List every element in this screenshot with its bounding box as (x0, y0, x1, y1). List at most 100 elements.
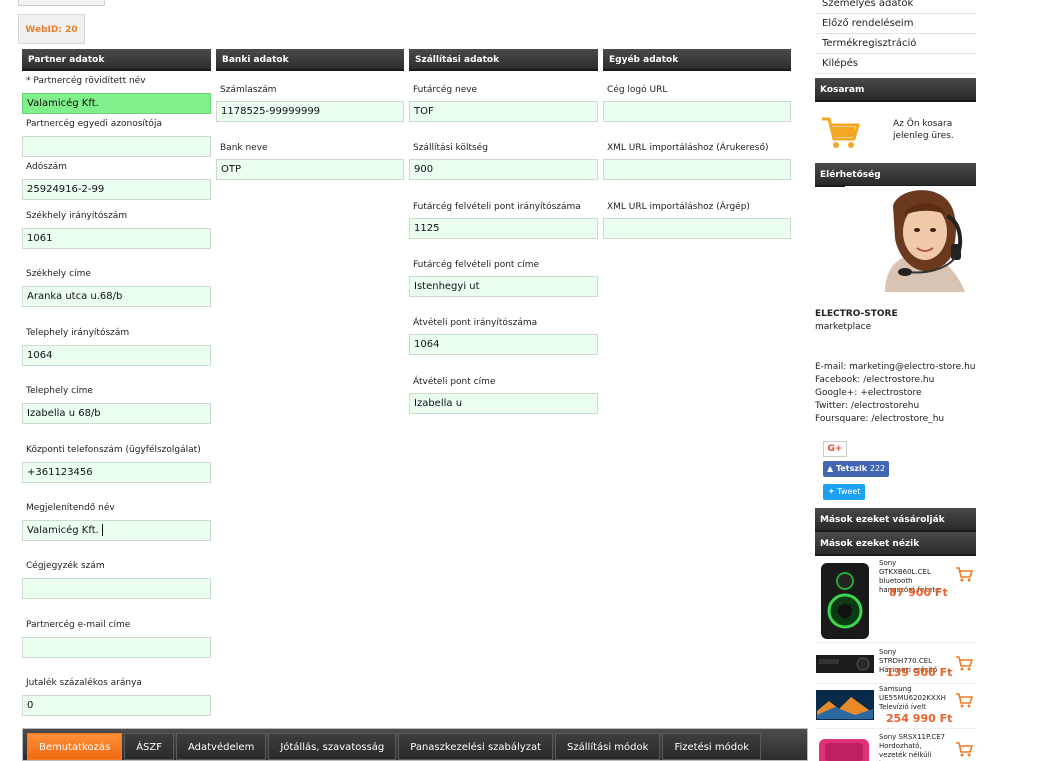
contact-googleplus: Google+: +electrostore (815, 387, 976, 400)
field-input[interactable] (22, 578, 211, 599)
field-label: XML URL importáláshoz (Árgép) (607, 202, 750, 212)
add-to-cart-icon[interactable] (955, 692, 974, 712)
gplus-button[interactable]: G+ (823, 441, 847, 457)
product-item[interactable]: Samsung UE55MU6202KXXH Televízió ívelt 2… (815, 683, 976, 727)
add-to-cart-icon[interactable] (955, 566, 974, 586)
sidebar-link-kilepes[interactable]: Kilépés (815, 54, 976, 74)
field-telephely-iranyitoszam: Telephely irányítószám 1064 (22, 326, 211, 366)
field-megjelenitendo-nev: Megjelenítendő név Valamicég Kft. (22, 501, 211, 541)
product-item[interactable]: Sony GTKXB60L.CEL bluetooth hangszóró fe… (815, 558, 976, 642)
field-szekhely-iranyitoszam: Székhely irányítószám 1061 (22, 209, 211, 249)
product-image-tv[interactable] (815, 689, 875, 723)
contact-googleplus-label: Google+: (815, 388, 858, 398)
field-input[interactable]: Valamicég Kft. (22, 520, 211, 541)
top-button[interactable] (18, 0, 105, 6)
field-value: TOF (414, 106, 434, 117)
field-input[interactable]: Izabella u 68/b (22, 403, 211, 424)
field-label: Átvételi pont irányítószáma (413, 318, 538, 328)
field-label: Jutalék százalékos aránya (26, 678, 142, 688)
contact-email-label: E-mail: (815, 362, 847, 372)
tweet-label: Tweet (837, 487, 861, 496)
field-input[interactable]: 900 (409, 159, 598, 180)
add-to-cart-icon[interactable] (955, 741, 974, 761)
others-bought-header[interactable]: Mások ezeket vásárolják (815, 508, 976, 532)
field-value: Izabella u (414, 398, 463, 409)
field-value: 900 (414, 164, 434, 175)
tab-aszf[interactable]: ÁSZF (124, 733, 174, 760)
sidebar-link-szemelyes-adatok[interactable]: Személyes adatok (815, 0, 976, 14)
other-column-header: Egyéb adatok (603, 49, 791, 71)
field-label: * Partnercég rövidített név (26, 76, 146, 86)
field-input[interactable]: 25924916-2-99 (22, 179, 211, 200)
product-image-portable-speaker[interactable] (815, 735, 875, 761)
contact-list: E-mail: marketing@electro-store.hu Faceb… (815, 361, 976, 426)
product-image-receiver[interactable] (815, 649, 875, 677)
twitter-bird-icon: ✦ (828, 487, 835, 496)
field-input[interactable]: Valamicég Kft. (22, 93, 211, 114)
field-input[interactable]: +361123456 (22, 462, 211, 483)
field-input[interactable]: 1178525-99999999 (216, 101, 404, 122)
field-input[interactable]: 1064 (409, 334, 598, 355)
field-input[interactable]: Izabella u (409, 393, 598, 414)
product-name[interactable]: Samsung UE55MU6202KXXH Televízió ívelt (879, 685, 949, 712)
contact-googleplus-value[interactable]: +electrostore (860, 388, 921, 398)
field-input[interactable]: Istenhegyi ut (409, 276, 598, 297)
product-item[interactable]: Sony SRSX11P.CE7 Hordozható, vezeték nél… (815, 728, 976, 761)
contact-twitter-value[interactable]: /electrostorehu (851, 401, 919, 411)
contact-foursquare-value[interactable]: /electrostore_hu (871, 414, 944, 424)
other-column: Egyéb adatok (603, 49, 791, 71)
like-count: 222 (869, 464, 886, 473)
field-futarceg-felveteli-pont-iranyitoszama: Futárcég felvételi pont irányítószáma 112… (409, 200, 598, 239)
field-value: 1178525-99999999 (221, 106, 321, 117)
field-input[interactable]: Aranka utca u.68/b (22, 286, 211, 307)
field-label: Telephely irányítószám (26, 328, 130, 338)
bank-column-header: Banki adatok (216, 49, 404, 71)
tab-bemutatkozas[interactable]: Bemutatkozás (27, 733, 123, 760)
info-tab-bar: Bemutatkozás ÁSZF Adatvédelem Jótállás, sza… (22, 728, 808, 761)
support-agent-image (845, 186, 976, 292)
partner-column-header: Partner adatok (22, 49, 211, 71)
tab-jotallas[interactable]: Jótállás, szavatosság (268, 733, 397, 760)
tab-szallitasi-modok[interactable]: Szállítási módok (555, 733, 661, 760)
field-input[interactable] (603, 218, 791, 239)
facebook-like-button[interactable]: ▲ Tetszik 222 (823, 461, 890, 477)
tweet-button[interactable]: ✦ Tweet (823, 484, 866, 500)
field-input[interactable]: 1064 (22, 345, 211, 366)
product-item[interactable]: Sony STRDH770.CEL Házimozi erősítő 139 9… (815, 642, 976, 682)
product-name[interactable]: Sony SRSX11P.CE7 Hordozható, vezeték nél… (879, 733, 949, 761)
cart-icon[interactable] (820, 115, 862, 155)
contact-facebook-value[interactable]: /electrostore.hu (863, 375, 934, 385)
contact-facebook: Facebook: /electrostore.hu (815, 374, 976, 387)
field-label: Számlaszám (220, 85, 277, 95)
field-input[interactable]: 1125 (409, 218, 598, 239)
sidebar-link-elozo-rendelesek[interactable]: Előző rendeléseim (815, 14, 976, 34)
field-label: Szállítási költség (413, 143, 488, 153)
field-telephely-cime: Telephely címe Izabella u 68/b (22, 384, 211, 424)
thumbs-up-icon: ▲ (827, 464, 834, 473)
tab-panaszkezeles[interactable]: Panaszkezelési szabályzat (398, 733, 554, 760)
field-input[interactable]: TOF (409, 101, 598, 122)
sidebar-link-termekregisztracio[interactable]: Termékregisztráció (815, 34, 976, 54)
field-input[interactable]: 1061 (22, 228, 211, 249)
field-partnerceg-e-mail-cime: Partnercég e-mail címe (22, 618, 211, 658)
field-atveteli-pont-iranyitoszama: Átvételi pont irányítószáma 1064 (409, 316, 598, 355)
tab-fizetesi-modok[interactable]: Fizetési módok (662, 733, 761, 760)
product-image-speaker[interactable] (815, 561, 875, 641)
field-label: Adószám (26, 162, 67, 172)
field-input[interactable]: 0 (22, 695, 211, 716)
field-input[interactable] (603, 101, 791, 122)
store-subtitle: marketplace (815, 322, 872, 332)
contact-email-value[interactable]: marketing@electro-store.hu (849, 362, 975, 372)
field-input[interactable]: OTP (216, 159, 404, 180)
field-atveteli-pont-cime: Átvételi pont címe Izabella u (409, 375, 598, 414)
field-value: Istenhegyi ut (414, 281, 480, 292)
field-input[interactable] (603, 159, 791, 180)
others-viewed-header[interactable]: Mások ezeket nézik (815, 532, 976, 556)
field-input[interactable] (22, 637, 211, 658)
tab-adatvedelem[interactable]: Adatvédelem (176, 733, 267, 760)
field-value: 1061 (27, 233, 53, 244)
add-to-cart-icon[interactable] (955, 655, 974, 675)
text-caret (101, 524, 103, 536)
field-szallitasi-koltseg: Szállítási költség 900 (409, 141, 598, 180)
field-input[interactable] (22, 136, 211, 157)
